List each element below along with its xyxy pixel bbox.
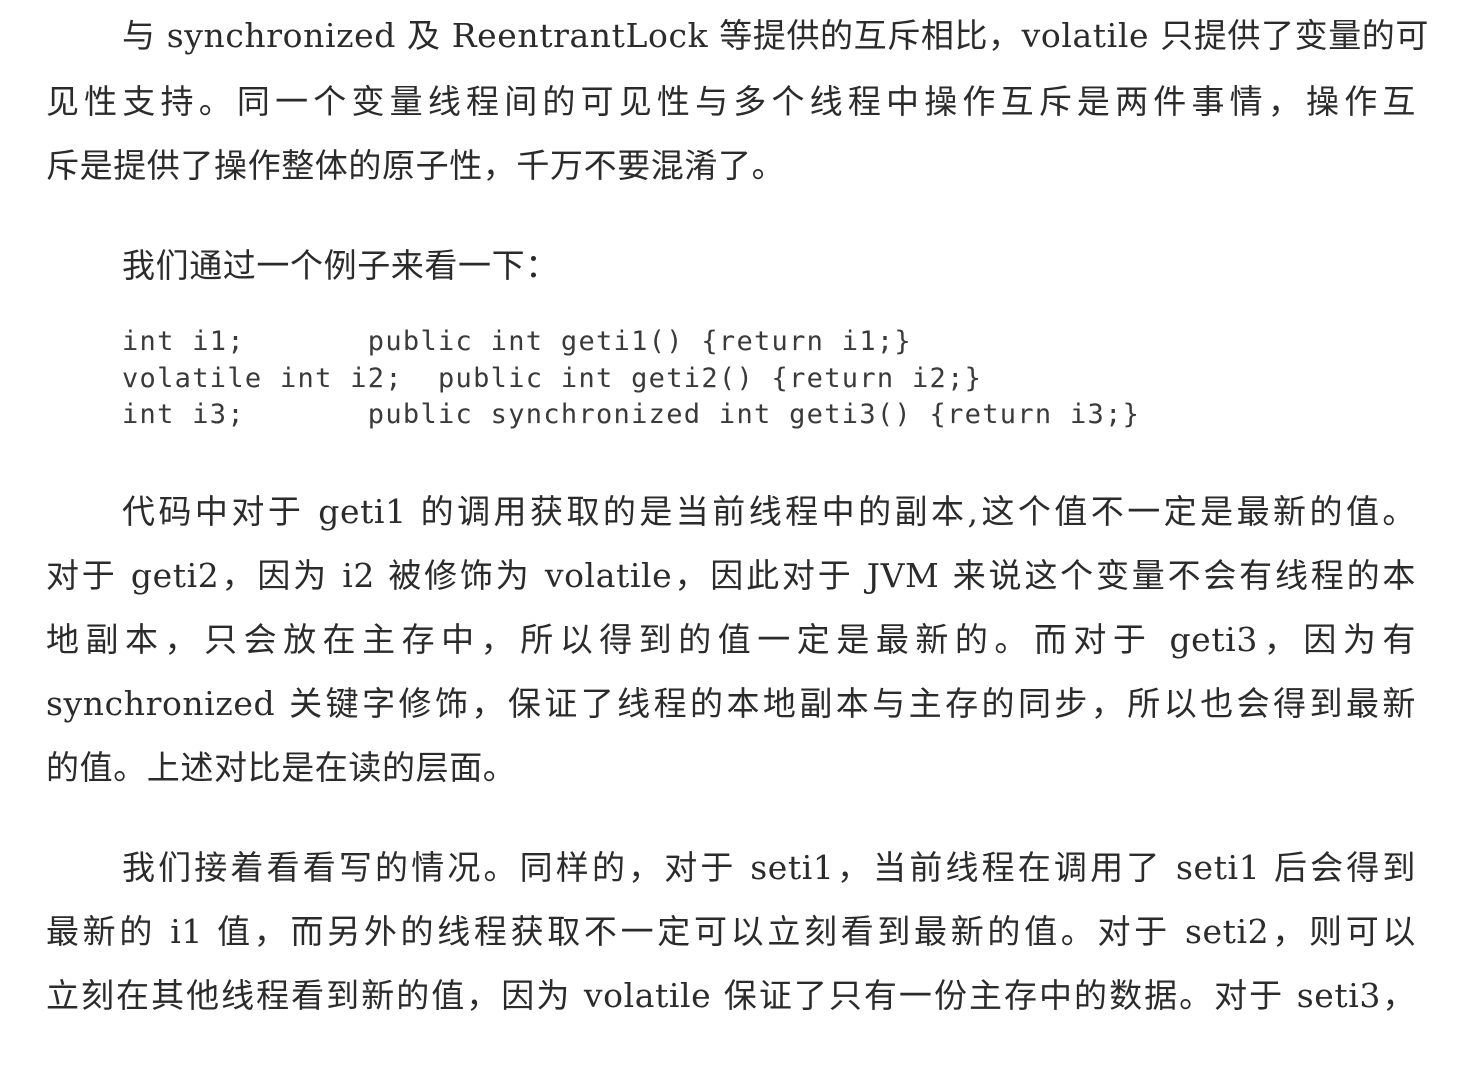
document-page: 与 synchronized 及 ReentrantLock 等提供的互斥相比，… [0,0,1480,1072]
paragraph-4-line-1: 我们接着看看写的情况。同样的，对于 seti1，当前线程在调用了 seti1 后… [122,848,1416,887]
paragraph-1-line-2: 见性支持。同一个变量线程间的可见性与多个线程中操作互斥是两件事情，操作互 [46,82,1416,121]
paragraph-4-line-2: 最新的 i1 值，而另外的线程获取不一定可以立刻看到最新的值。对于 seti2，… [46,912,1416,951]
paragraph-3-line-5: 的值。上述对比是在读的层面。 [46,748,517,787]
paragraph-1-line-1: 与 synchronized 及 ReentrantLock 等提供的互斥相比，… [122,16,1429,55]
paragraph-3-line-4: synchronized 关键字修饰，保证了线程的本地副本与主存的同步，所以也会… [46,684,1416,723]
paragraph-4-line-3: 立刻在其他线程看到新的值，因为 volatile 保证了只有一份主存中的数据。对… [46,976,1416,1015]
paragraph-2-line-1: 我们通过一个例子来看一下： [122,246,559,285]
code-line-2: volatile int i2; public int geti2() {ret… [122,363,983,394]
code-line-3: int i3; public synchronized int geti3() … [122,399,1141,430]
paragraph-3-line-3: 地副本，只会放在主存中，所以得到的值一定是最新的。而对于 geti3，因为有 [46,620,1416,659]
paragraph-1-line-3: 斥是提供了操作整体的原子性，千万不要混淆了。 [46,146,786,185]
paragraph-3-line-1: 代码中对于 geti1 的调用获取的是当前线程中的副本,这个值不一定是最新的值。 [122,492,1416,531]
code-line-1: int i1; public int geti1() {return i1;} [122,326,912,357]
paragraph-3-line-2: 对于 geti2，因为 i2 被修饰为 volatile，因此对于 JVM 来说… [46,556,1416,595]
